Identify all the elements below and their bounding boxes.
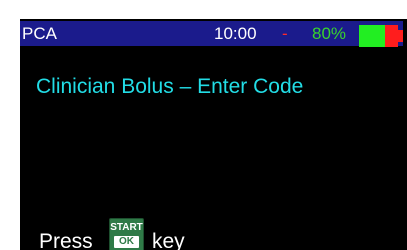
battery-empty-portion [385,25,398,47]
ok-key-label: OK [114,236,139,248]
battery-terminal [398,30,403,42]
start-ok-key-icon: START OK [109,218,144,250]
mode-label: PCA [22,24,57,43]
battery-charge-fill [359,25,385,47]
prompt-press-text: Press [39,230,93,250]
clock-time: 10:00 [214,24,257,43]
battery-percent: 80% [312,24,347,43]
screen-title: Clinician Bolus – Enter Code [36,75,304,98]
start-key-label: START [110,222,143,233]
status-separator: - [282,24,288,43]
pump-display: PCA 10:00 - 80% Clinician Bolus – Enter … [20,19,407,250]
battery-icon [359,25,403,47]
prompt-key-text: key [152,230,185,250]
status-bar: PCA 10:00 - 80% [20,21,403,47]
